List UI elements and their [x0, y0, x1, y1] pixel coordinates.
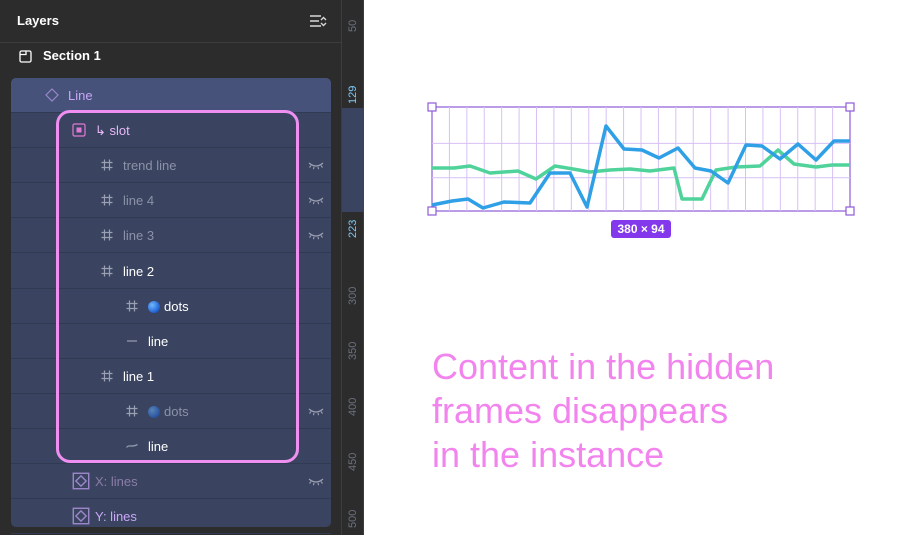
ruler-selection-range: [342, 108, 364, 212]
collapse-layers-icon[interactable]: [308, 12, 328, 30]
resize-handle: [427, 102, 437, 112]
instance-diamond-icon: [72, 472, 90, 490]
hidden-eye-icon[interactable]: [308, 196, 324, 205]
panel-title: Layers: [17, 13, 59, 28]
layer-label: trend line: [123, 158, 177, 174]
section-label: Section 1: [43, 48, 101, 63]
layer-label: line 1: [123, 368, 155, 384]
hidden-eye-icon[interactable]: [308, 161, 324, 170]
ruler-tick-label: 400: [347, 397, 359, 416]
layer-row[interactable]: X: lines: [11, 464, 331, 500]
layer-row[interactable]: dots: [11, 394, 331, 429]
layer-row[interactable]: line 3: [11, 218, 331, 254]
ruler-tick-label: 223: [347, 219, 359, 238]
frame-hash-icon: [126, 405, 138, 417]
layers-panel: Layers Section 1 Line ↳ slot trend line lin…: [0, 0, 341, 535]
caption-line: Content in the hidden: [432, 346, 775, 387]
layer-row[interactable]: Line: [11, 78, 331, 113]
layer-label: dots: [164, 298, 189, 314]
instance-diamond-icon: [72, 507, 90, 525]
section-row[interactable]: Section 1: [0, 43, 341, 70]
layer-row[interactable]: line: [11, 429, 331, 464]
layer-row[interactable]: Y: lines: [11, 499, 331, 535]
vertical-ruler: 50 129 223 300 350 400 450 500: [341, 0, 364, 535]
layer-row[interactable]: line 2: [11, 254, 331, 289]
layer-label: line: [148, 439, 169, 454]
ruler-tick-label: 350: [347, 341, 359, 360]
section-icon: [19, 50, 32, 63]
frame-hash-icon: [101, 370, 113, 382]
frame-hash-icon: [101, 229, 113, 241]
layer-label: line: [148, 333, 169, 349]
layer-label: Line: [68, 88, 93, 103]
hidden-eye-icon[interactable]: [308, 407, 324, 416]
layer-label: X: lines: [95, 474, 138, 490]
vector-line-icon: [126, 443, 138, 448]
component-diamond-icon: [45, 88, 59, 102]
layer-label: line 3: [123, 228, 155, 244]
caption-line: in the instance: [432, 434, 665, 475]
layer-label: ↳ slot: [95, 123, 130, 139]
blue-dot-icon: [148, 300, 160, 313]
layer-label: Y: lines: [95, 509, 137, 525]
slot-frame-icon: [72, 123, 86, 137]
frame-hash-icon: [101, 159, 113, 171]
layer-label: line 2: [123, 263, 155, 279]
frame-hash-icon: [101, 265, 113, 276]
layer-label: dots: [164, 403, 189, 419]
ruler-tick-label: 500: [347, 509, 359, 528]
frame-hash-icon: [126, 300, 138, 312]
frame-hash-icon: [101, 194, 113, 206]
ruler-tick-label: 129: [347, 85, 359, 104]
layer-row[interactable]: line: [11, 324, 331, 359]
hidden-eye-icon[interactable]: [308, 477, 324, 486]
caption-line: frames disappears: [432, 390, 729, 431]
layer-row[interactable]: ↳ slot: [11, 113, 331, 149]
resize-handle: [845, 206, 855, 216]
annotation-caption: Content in the hidden frames disappears …: [432, 345, 872, 477]
line-dash-icon: [127, 340, 137, 342]
hidden-eye-icon[interactable]: [308, 231, 324, 240]
blue-dot-icon: [148, 405, 160, 418]
layer-row[interactable]: trend line: [11, 148, 331, 184]
ruler-tick-label: 50: [347, 19, 359, 32]
resize-handle: [845, 102, 855, 112]
layer-label: line 4: [123, 193, 155, 209]
ruler-tick-label: 300: [347, 286, 359, 305]
layer-row[interactable]: line 1: [11, 359, 331, 394]
layer-row[interactable]: dots: [11, 289, 331, 324]
layer-row[interactable]: line 4: [11, 183, 331, 219]
panel-header: Layers: [0, 0, 341, 43]
ruler-tick-label: 450: [347, 452, 359, 471]
dimension-badge: 380 × 94: [611, 220, 671, 238]
resize-handle: [427, 206, 437, 216]
